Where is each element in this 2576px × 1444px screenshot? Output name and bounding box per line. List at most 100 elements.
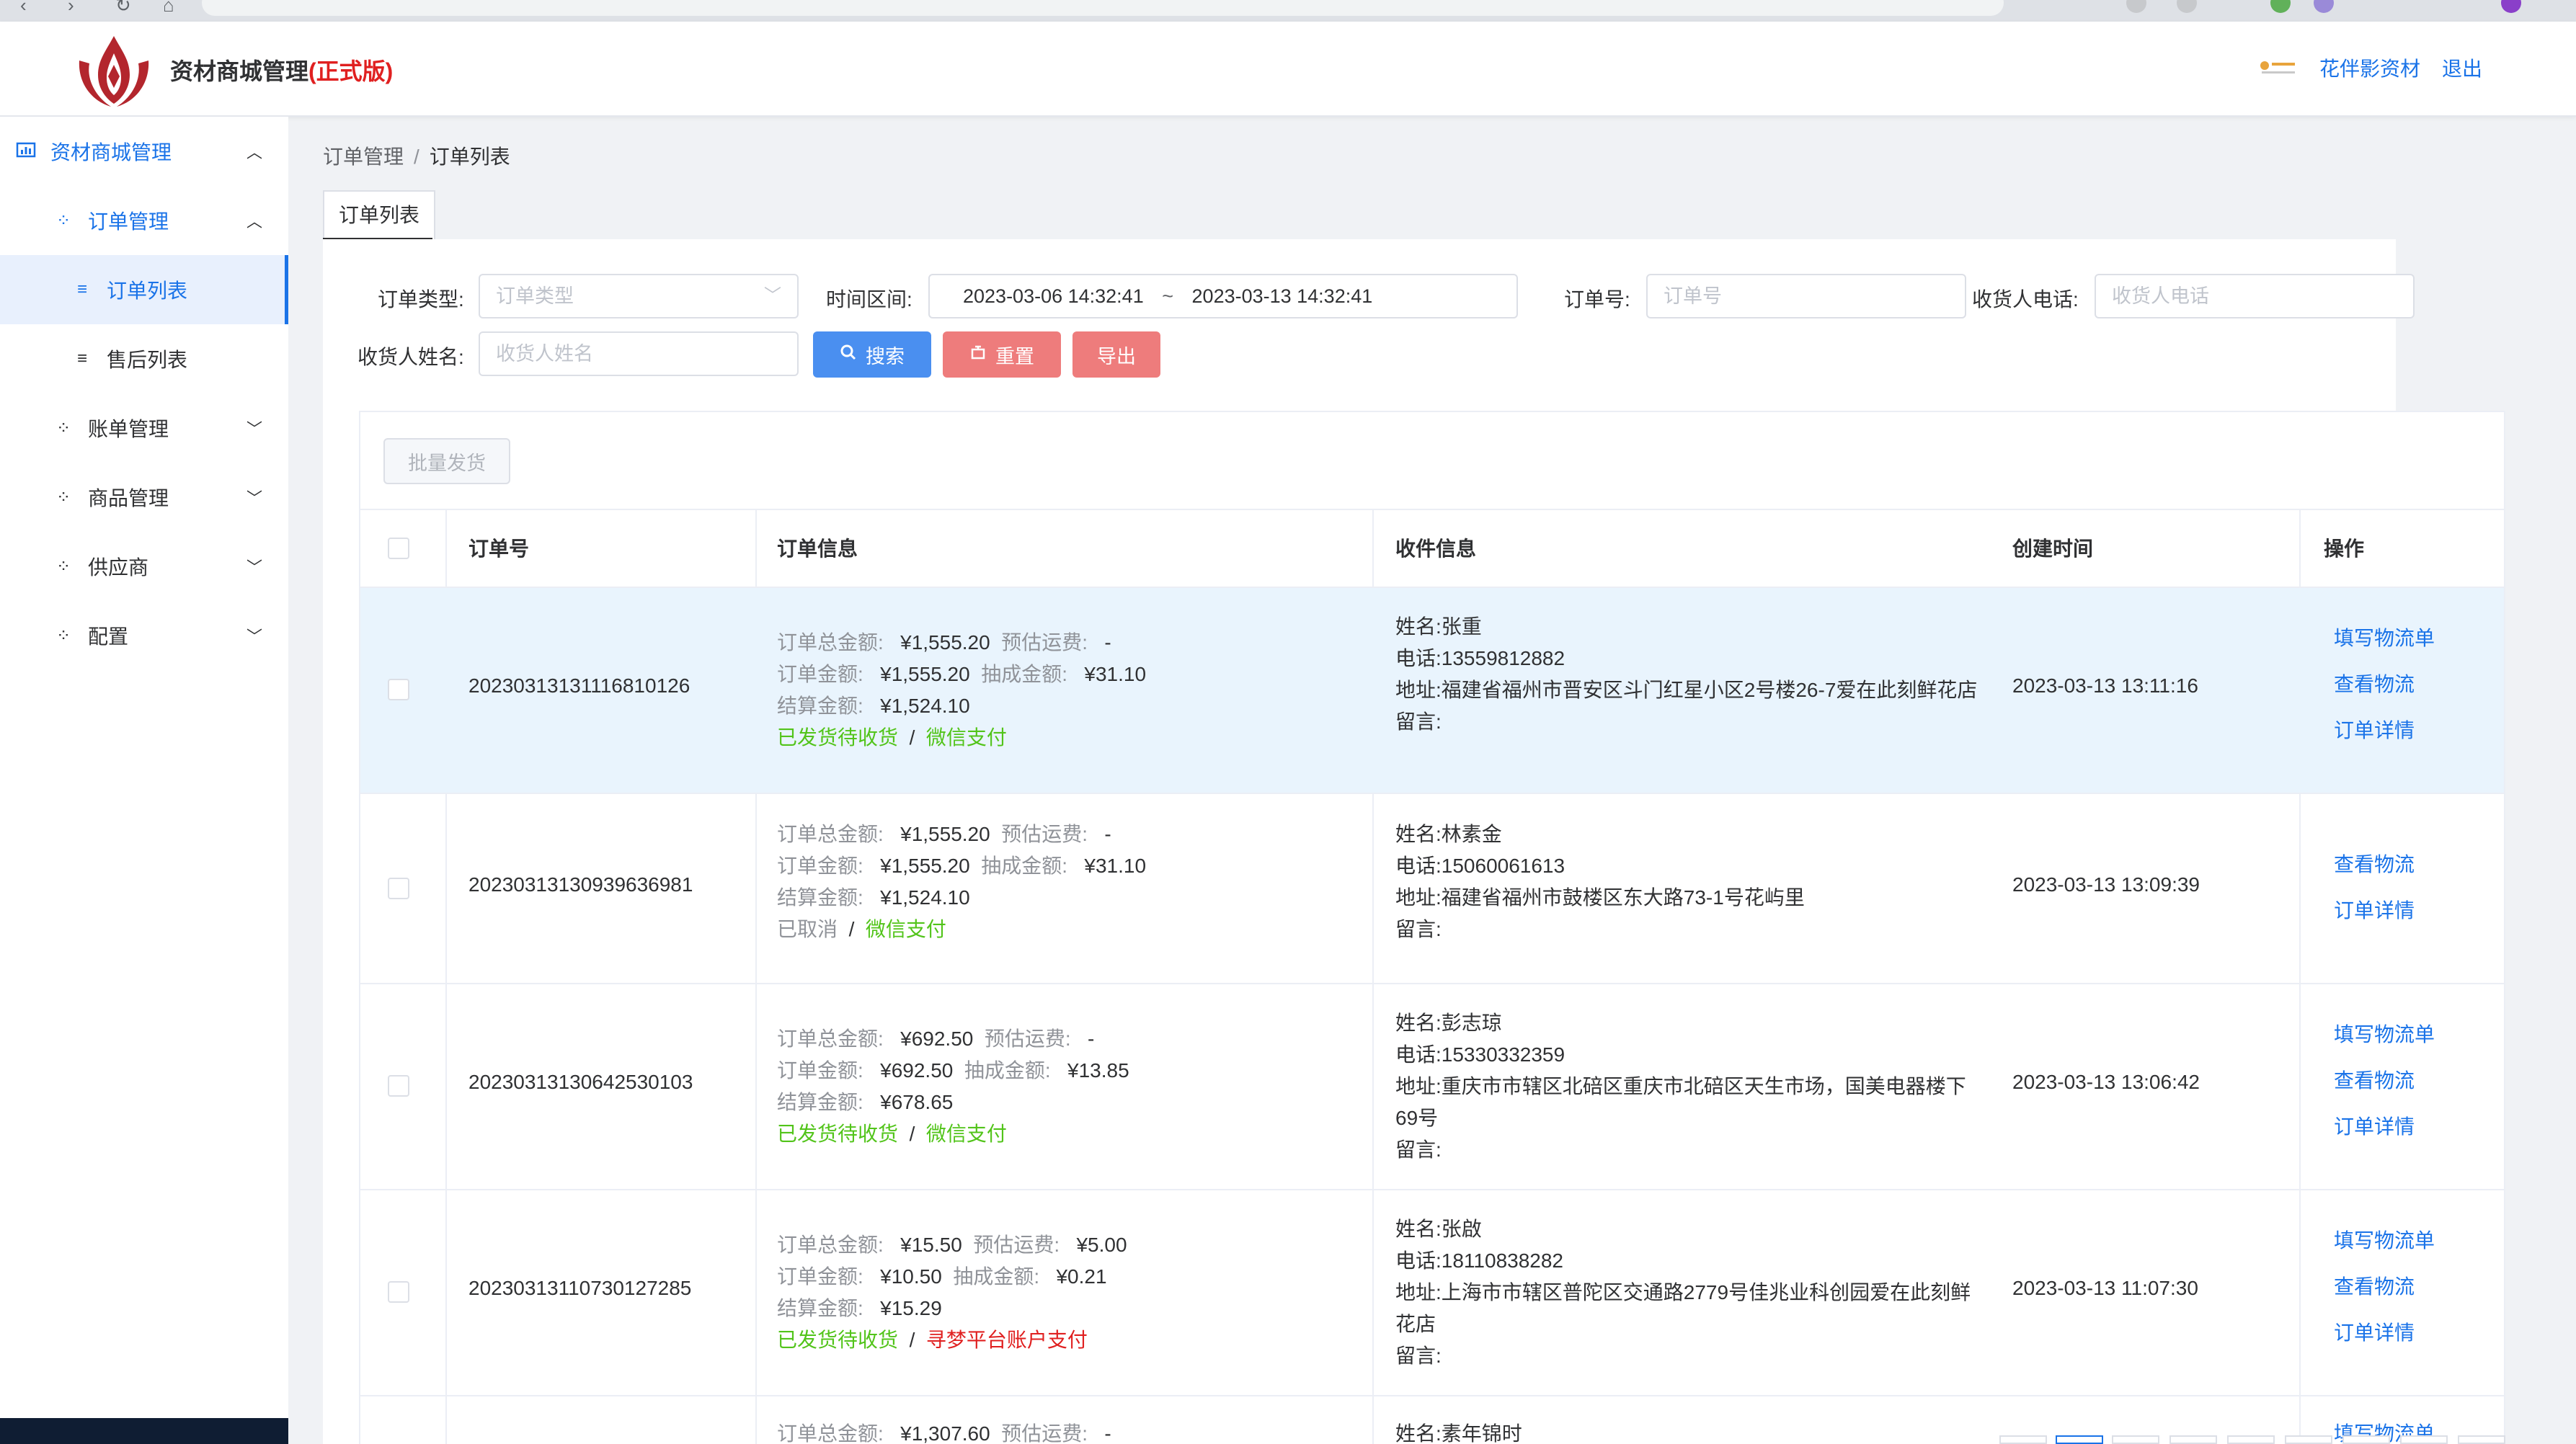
order-detail-link[interactable]: 订单详情 bbox=[2334, 1310, 2435, 1356]
view-tracking-link[interactable]: 查看物流 bbox=[2334, 661, 2435, 708]
row-checkbox[interactable] bbox=[388, 679, 409, 700]
sidebar-item-suppliers[interactable]: ⁘ 供应商 ﹀ bbox=[0, 532, 288, 601]
batch-ship-button[interactable]: 批量发货 bbox=[383, 438, 510, 484]
sidebar-item-config[interactable]: ⁘ 配置 ﹀ bbox=[0, 601, 288, 670]
sidebar-item-label: 配置 bbox=[88, 625, 129, 648]
back-icon[interactable]: ‹ bbox=[20, 0, 27, 17]
sidebar-item-label: 供应商 bbox=[88, 556, 149, 579]
order-detail-link[interactable]: 订单详情 bbox=[2334, 708, 2435, 754]
sidebar-item-order-list[interactable]: ≡ 订单列表 bbox=[0, 255, 288, 324]
receiver-name: 彭志琼 bbox=[1441, 1012, 1502, 1034]
sidebar-item-billing[interactable]: ⁘ 账单管理 ﹀ bbox=[0, 393, 288, 463]
receiver-name-label: 姓名: bbox=[1395, 1012, 1442, 1034]
reset-icon bbox=[969, 344, 987, 366]
receiver-address: 福建省福州市晋安区斗门红星小区2号楼26-7爱在此刻鲜花店 bbox=[1441, 679, 1978, 701]
search-button[interactable]: 搜索 bbox=[813, 331, 931, 378]
table-row[interactable]: 20230313130939636981 订单总金额: ¥1,555.20 预估… bbox=[360, 794, 2504, 984]
commission-value: ¥31.10 bbox=[1084, 663, 1147, 685]
amount-label: 订单金额: bbox=[777, 663, 863, 685]
order-info: 订单总金额: ¥15.50 预估运费: ¥5.00 订单金额: ¥10.50 抽… bbox=[777, 1229, 1127, 1356]
sidebar-item-label: 售后列表 bbox=[107, 349, 188, 371]
receiver-name-input[interactable]: 收货人姓名 bbox=[479, 331, 799, 376]
pagination-button[interactable] bbox=[2458, 1435, 2505, 1444]
fill-tracking-link[interactable]: 填写物流单 bbox=[2334, 1012, 2435, 1058]
sidebar-group-mall[interactable]: 资材商城管理 ︿ bbox=[0, 117, 288, 186]
receiver-note-label: 留言: bbox=[1395, 1138, 1442, 1161]
chevron-up-icon: ︿ bbox=[246, 213, 262, 231]
pagination-button[interactable] bbox=[2342, 1435, 2390, 1444]
sidebar-item-order-management[interactable]: ⁘ 订单管理 ︿ bbox=[0, 186, 288, 255]
profile-avatar-icon[interactable] bbox=[2501, 0, 2521, 13]
created-time: 2023-03-13 13:09:39 bbox=[2012, 873, 2200, 896]
amount-label: 订单金额: bbox=[777, 1265, 863, 1288]
sidebar-item-after-sales[interactable]: ≡ 售后列表 bbox=[0, 324, 288, 393]
forward-icon[interactable]: › bbox=[68, 0, 74, 17]
export-button[interactable]: 导出 bbox=[1072, 331, 1160, 378]
order-detail-link[interactable]: 订单详情 bbox=[2334, 888, 2415, 934]
header-receiver: 收件信息 bbox=[1395, 538, 1477, 560]
pagination-button[interactable] bbox=[1999, 1435, 2047, 1444]
receiver-name: 林素金 bbox=[1441, 823, 1502, 845]
sidebar-item-label: 账单管理 bbox=[88, 418, 169, 440]
pagination-button[interactable] bbox=[2400, 1435, 2448, 1444]
pagination-button[interactable] bbox=[2169, 1435, 2217, 1444]
chevron-down-icon: ﹀ bbox=[764, 286, 781, 306]
receiver-address: 上海市市辖区普陀区交通路2779号佳兆业科创园爱在此刻鲜花店 bbox=[1395, 1281, 1971, 1335]
time-range-picker[interactable]: 2023-03-06 14:32:41 ~ 2023-03-13 14:32:4… bbox=[928, 274, 1518, 318]
total-label: 订单总金额: bbox=[777, 1422, 884, 1444]
table-row[interactable]: 20230313130642530103 订单总金额: ¥692.50 预估运费… bbox=[360, 984, 2504, 1190]
table-row[interactable]: 20230313110730127285 订单总金额: ¥15.50 预估运费:… bbox=[360, 1190, 2504, 1396]
orders-table: 批量发货 订单号 订单信息 收件信息 创建时间 操作 2023031313111… bbox=[359, 411, 2505, 1444]
total-label: 订单总金额: bbox=[777, 631, 884, 654]
select-all-checkbox[interactable] bbox=[388, 538, 409, 559]
header-order-no: 订单号 bbox=[468, 538, 530, 560]
pagination-button[interactable] bbox=[2056, 1435, 2103, 1444]
view-tracking-link[interactable]: 查看物流 bbox=[2334, 842, 2415, 888]
address-bar[interactable] bbox=[202, 0, 2004, 16]
pagination-button[interactable] bbox=[2285, 1435, 2332, 1444]
row-checkbox[interactable] bbox=[388, 1281, 409, 1303]
extension-icon[interactable] bbox=[2177, 0, 2197, 13]
receiver-address: 重庆市市辖区北碚区重庆市北碚区天生市场，国美电器楼下69号 bbox=[1395, 1075, 1966, 1129]
total-label: 订单总金额: bbox=[777, 823, 884, 845]
order-info: 订单总金额: ¥1,555.20 预估运费: - 订单金额: ¥1,555.20… bbox=[777, 627, 1146, 754]
fill-tracking-link[interactable]: 填写物流单 bbox=[2334, 1218, 2435, 1264]
user-shop-link[interactable]: 花伴影资材 bbox=[2319, 53, 2420, 82]
order-no-input[interactable]: 订单号 bbox=[1646, 274, 1966, 318]
order-detail-link[interactable]: 订单详情 bbox=[2334, 1104, 2435, 1150]
breadcrumb-parent[interactable]: 订单管理 bbox=[323, 146, 404, 168]
receiver-address-label: 地址: bbox=[1395, 1075, 1442, 1097]
sidebar-item-products[interactable]: ⁘ 商品管理 ﹀ bbox=[0, 463, 288, 532]
reset-button[interactable]: 重置 bbox=[943, 331, 1061, 378]
view-tracking-link[interactable]: 查看物流 bbox=[2334, 1264, 2435, 1310]
grid-icon: ⁘ bbox=[55, 487, 71, 507]
table-row[interactable]: 20230313131116810126 订单总金额: ¥1,555.20 预估… bbox=[360, 588, 2504, 794]
freight-value: ¥5.00 bbox=[1076, 1234, 1127, 1256]
receiver-phone-input[interactable]: 收货人电话 bbox=[2095, 274, 2415, 318]
extension-icon[interactable] bbox=[2126, 0, 2146, 13]
receiver-address-label: 地址: bbox=[1395, 1281, 1442, 1303]
pagination-button[interactable] bbox=[2227, 1435, 2275, 1444]
order-info: 订单总金额: ¥1,307.60 预估运费: - bbox=[777, 1418, 1111, 1444]
breadcrumb: 订单管理 / 订单列表 bbox=[323, 141, 510, 170]
receiver-name: 张啟 bbox=[1441, 1218, 1482, 1240]
order-type-select[interactable]: 订单类型 ﹀ bbox=[479, 274, 799, 318]
chevron-up-icon: ︿ bbox=[246, 143, 262, 161]
logout-link[interactable]: 退出 bbox=[2442, 53, 2482, 82]
home-icon[interactable]: ⌂ bbox=[163, 0, 174, 17]
receiver-name-label: 姓名: bbox=[1395, 1422, 1442, 1444]
time-range-label: 时间区间: bbox=[826, 288, 912, 311]
view-tracking-link[interactable]: 查看物流 bbox=[2334, 1058, 2435, 1104]
reload-icon[interactable]: ↻ bbox=[115, 0, 131, 17]
receiver-phone: 18110838282 bbox=[1441, 1249, 1563, 1272]
tab-order-list[interactable]: 订单列表 bbox=[323, 190, 436, 239]
chart-icon bbox=[16, 141, 36, 161]
extension-icon[interactable] bbox=[2314, 0, 2334, 13]
commission-label: 抽成金额: bbox=[953, 1265, 1040, 1288]
row-checkbox[interactable] bbox=[388, 1075, 409, 1097]
fill-tracking-link[interactable]: 填写物流单 bbox=[2334, 615, 2435, 661]
pagination-button[interactable] bbox=[2112, 1435, 2159, 1444]
extension-icon[interactable] bbox=[2270, 0, 2291, 13]
commission-label: 抽成金额: bbox=[981, 855, 1068, 877]
row-checkbox[interactable] bbox=[388, 878, 409, 899]
